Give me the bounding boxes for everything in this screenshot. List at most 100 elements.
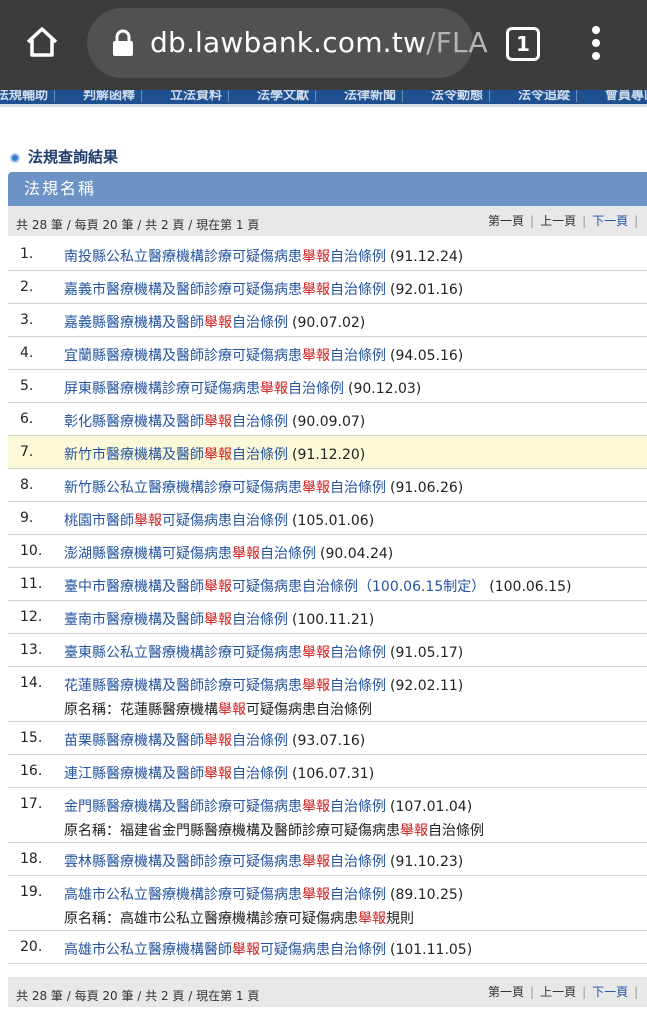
title-part: 自治條例 [260, 546, 316, 562]
regulation-link[interactable]: 臺中市醫療機構及醫師舉報可疑傷病患自治條例（100.06.15制定） [64, 579, 485, 595]
site-nav-item[interactable]: 法律新聞 [338, 90, 404, 103]
keyword-highlight: 舉報 [204, 315, 232, 331]
next-page-link[interactable]: 下一頁 [592, 214, 628, 228]
row-number: 6. [20, 411, 34, 427]
results-list: 1. 南投縣公私立醫療機構診療可疑傷病患舉報自治條例 (91.12.24) 2. 嘉義市… [8, 238, 647, 964]
keyword-highlight: 舉報 [204, 766, 232, 782]
title-part: 高雄市公私立醫療機構醫師 [64, 942, 232, 958]
pager-top: 共 28 筆 / 每頁 20 筆 / 共 2 頁 / 現在第 1 頁 第一頁 | 上… [8, 206, 647, 236]
regulation-link[interactable]: 花蓮縣醫療機構及醫師診療可疑傷病患舉報自治條例 [64, 678, 386, 694]
regulation-link[interactable]: 彰化縣醫療機構及醫師舉報自治條例 [64, 414, 288, 430]
row-number: 8. [20, 477, 34, 493]
regulation-link[interactable]: 嘉義市醫療機構及醫師診療可疑傷病患舉報自治條例 [64, 282, 386, 298]
regulation-link[interactable]: 雲林縣醫療機構及醫師診療可疑傷病患舉報自治條例 [64, 854, 386, 870]
title-part: 自治條例 [232, 414, 288, 430]
regulation-title: 苗栗縣醫療機構及醫師舉報自治條例 (93.07.16) [64, 730, 365, 750]
regulation-link[interactable]: 臺南市醫療機構及醫師舉報自治條例 [64, 612, 288, 628]
regulation-link[interactable]: 臺東縣公私立醫療機構診療可疑傷病患舉報自治條例 [64, 645, 386, 661]
site-nav-item[interactable]: 判解函釋 [77, 90, 143, 103]
regulation-link[interactable]: 南投縣公私立醫療機構診療可疑傷病患舉報自治條例 [64, 249, 386, 265]
regulation-link[interactable]: 高雄市公私立醫療機構診療可疑傷病患舉報自治條例 [64, 887, 386, 903]
site-nav-item[interactable]: 立法資料 [164, 90, 230, 103]
regulation-link[interactable]: 金門縣醫療機構及醫師診療可疑傷病患舉報自治條例 [64, 799, 386, 815]
title-part: 自治條例 [330, 854, 386, 870]
regulation-link[interactable]: 苗栗縣醫療機構及醫師舉報自治條例 [64, 733, 288, 749]
title-part: 自治條例 [232, 766, 288, 782]
original-name-part: 高雄市公私立醫療機構診療可疑傷病患 [120, 911, 358, 927]
regulation-date: (90.07.02) [292, 315, 366, 331]
first-page-link[interactable]: 第一頁 [488, 985, 524, 999]
first-page-link[interactable]: 第一頁 [488, 214, 524, 228]
site-nav-item[interactable]: 會員專區 [599, 90, 647, 103]
title-part: 雲林縣醫療機構及醫師診療可疑傷病患 [64, 854, 302, 870]
home-icon[interactable] [22, 22, 62, 62]
regulation-date: (90.12.03) [348, 381, 422, 397]
title-part: 桃園市醫師 [64, 513, 134, 529]
row-number: 15. [20, 730, 43, 746]
keyword-highlight: 舉報 [232, 546, 260, 562]
row-number: 17. [20, 796, 43, 812]
regulation-title: 花蓮縣醫療機構及醫師診療可疑傷病患舉報自治條例 (92.02.11) [64, 675, 463, 695]
regulation-date: (92.02.11) [390, 678, 464, 694]
table-row: 5. 屏東縣醫療機構診療可疑傷病患舉報自治條例 (90.12.03) [8, 370, 647, 403]
url-text[interactable]: db.lawbank.com.tw/FLA [150, 26, 488, 59]
regulation-link[interactable]: 宜蘭縣醫療機構及醫師診療可疑傷病患舉報自治條例 [64, 348, 386, 364]
row-number: 3. [20, 312, 34, 328]
regulation-link[interactable]: 澎湖縣醫療機構可疑傷病患舉報自治條例 [64, 546, 316, 562]
site-nav-item[interactable]: 法令追蹤 [512, 90, 578, 103]
regulation-title: 宜蘭縣醫療機構及醫師診療可疑傷病患舉報自治條例 (94.05.16) [64, 345, 463, 365]
row-number: 9. [20, 510, 34, 526]
keyword-highlight: 舉報 [358, 911, 386, 927]
title-part: 可疑傷病患自治條例（100.06.15制定） [232, 579, 486, 595]
pager-separator: | [582, 985, 587, 999]
tab-switcher-button[interactable]: 1 [506, 27, 540, 61]
more-menu-icon[interactable] [586, 26, 606, 62]
pager-info: 共 28 筆 / 每頁 20 筆 / 共 2 頁 / 現在第 1 頁 [16, 989, 260, 1003]
original-name-part: 福建省金門縣醫療機構及醫師診療可疑傷病患 [120, 823, 400, 839]
pager-separator: | [582, 214, 587, 228]
section-title-text: 法規查詢結果 [28, 148, 119, 166]
regulation-title: 澎湖縣醫療機構可疑傷病患舉報自治條例 (90.04.24) [64, 543, 393, 563]
regulation-date: (107.01.04) [390, 799, 473, 815]
title-part: 自治條例 [288, 381, 344, 397]
site-nav-item[interactable]: 法規輔助 [0, 90, 56, 103]
regulation-date: (101.11.05) [390, 942, 473, 958]
regulation-link[interactable]: 新竹市醫療機構及醫師舉報自治條例 [64, 447, 288, 463]
regulation-title: 臺南市醫療機構及醫師舉報自治條例 (100.11.21) [64, 609, 374, 629]
keyword-highlight: 舉報 [302, 282, 330, 298]
keyword-highlight: 舉報 [302, 348, 330, 364]
title-part: 花蓮縣醫療機構及醫師診療可疑傷病患 [64, 678, 302, 694]
regulation-link[interactable]: 新竹縣公私立醫療機構診療可疑傷病患舉報自治條例 [64, 480, 386, 496]
title-part: 自治條例 [330, 480, 386, 496]
row-number: 11. [20, 576, 43, 592]
regulation-date: (100.06.15) [489, 579, 572, 595]
row-number: 2. [20, 279, 34, 295]
regulation-link[interactable]: 高雄市公私立醫療機構醫師舉報可疑傷病患自治條例 [64, 942, 386, 958]
regulation-date: (106.07.31) [292, 766, 375, 782]
lock-icon[interactable] [112, 28, 134, 58]
row-number: 5. [20, 378, 34, 394]
original-name-part: 規則 [386, 911, 414, 927]
table-row: 3. 嘉義縣醫療機構及醫師舉報自治條例 (90.07.02) [8, 304, 647, 337]
regulation-title: 臺中市醫療機構及醫師舉報可疑傷病患自治條例（100.06.15制定） (100.0… [64, 576, 571, 596]
table-header: 法規名稱 [8, 172, 647, 206]
regulation-link[interactable]: 桃園市醫師舉報可疑傷病患自治條例 [64, 513, 288, 529]
regulation-title: 連江縣醫療機構及醫師舉報自治條例 (106.07.31) [64, 763, 374, 783]
table-row: 19. 高雄市公私立醫療機構診療可疑傷病患舉報自治條例 (89.10.25) 原名稱：… [8, 876, 647, 931]
regulation-date: (105.01.06) [292, 513, 375, 529]
regulation-link[interactable]: 連江縣醫療機構及醫師舉報自治條例 [64, 766, 288, 782]
title-part: 澎湖縣醫療機構可疑傷病患 [64, 546, 232, 562]
site-nav-item[interactable]: 法令動態 [425, 90, 491, 103]
row-number: 20. [20, 939, 43, 955]
regulation-date: (91.10.23) [390, 854, 464, 870]
regulation-link[interactable]: 屏東縣醫療機構診療可疑傷病患舉報自治條例 [64, 381, 344, 397]
prev-page-link[interactable]: 上一頁 [540, 985, 576, 999]
table-row: 10. 澎湖縣醫療機構可疑傷病患舉報自治條例 (90.04.24) [8, 535, 647, 568]
site-nav-item[interactable]: 法學文獻 [251, 90, 317, 103]
prev-page-link[interactable]: 上一頁 [540, 214, 576, 228]
regulation-link[interactable]: 嘉義縣醫療機構及醫師舉報自治條例 [64, 315, 288, 331]
pager-separator: | [530, 985, 535, 999]
regulation-title: 高雄市公私立醫療機構醫師舉報可疑傷病患自治條例 (101.11.05) [64, 939, 472, 959]
next-page-link[interactable]: 下一頁 [592, 985, 628, 999]
title-part: 臺東縣公私立醫療機構診療可疑傷病患 [64, 645, 302, 661]
